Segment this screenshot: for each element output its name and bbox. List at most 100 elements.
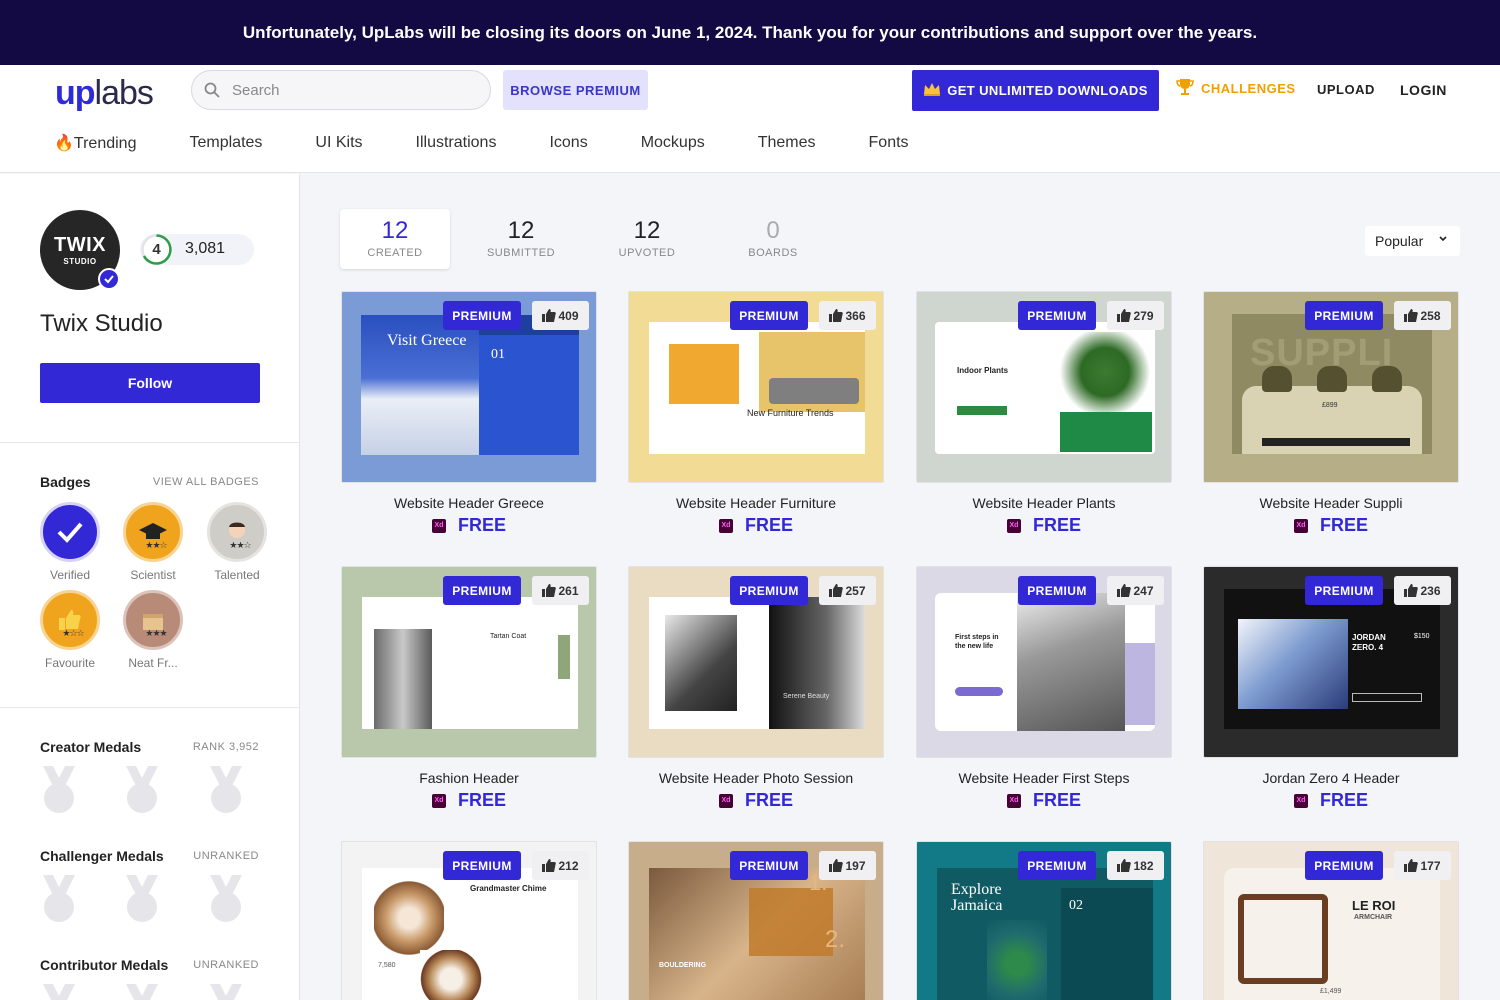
like-count[interactable]: 279 — [1107, 301, 1164, 330]
like-count[interactable]: 366 — [819, 301, 876, 330]
card-title[interactable]: Website Header Suppli — [1203, 495, 1459, 511]
stat-label: BOARDS — [748, 247, 798, 259]
card-thumbnail[interactable]: Tartan Coat PREMIUM 261 — [341, 566, 597, 758]
like-count[interactable]: 261 — [532, 576, 589, 605]
badge-label: Talented — [214, 568, 260, 582]
category-nav: 🔥Trending Templates UI Kits Illustration… — [54, 133, 962, 153]
like-count[interactable]: 258 — [1394, 301, 1451, 330]
star-rating-icon: ★★☆ — [145, 540, 167, 550]
tab-submitted[interactable]: 12 SUBMITTED — [466, 209, 576, 269]
badge-neat-freak[interactable]: ★★★ Neat Fr... — [123, 590, 183, 670]
uplabs-logo[interactable]: up labs — [55, 73, 154, 113]
category-mockups[interactable]: Mockups — [641, 133, 705, 153]
card-thumbnail[interactable]: Serene Beauty PREMIUM 257 — [628, 566, 884, 758]
challenger-medals-title: Challenger Medals — [40, 848, 164, 864]
like-count[interactable]: 212 — [532, 851, 589, 880]
card-thumbnail[interactable]: Explore Jamaica 02 PREMIUM 182 — [916, 841, 1172, 1000]
profile-sidebar: TWIX STUDIO 4 3,081 Twix Studio Follow B… — [0, 174, 300, 1000]
price-label: FREE — [744, 515, 793, 535]
category-templates[interactable]: Templates — [189, 133, 262, 153]
card-title[interactable]: Jordan Zero 4 Header — [1203, 770, 1459, 786]
thumbs-up-icon — [1404, 859, 1419, 872]
category-icons[interactable]: Icons — [549, 133, 587, 153]
card-title[interactable]: Website Header Furniture — [628, 495, 884, 511]
category-ui-kits[interactable]: UI Kits — [315, 133, 362, 153]
adobe-xd-icon: Xd — [1006, 793, 1021, 808]
tab-created[interactable]: 12 CREATED — [340, 209, 450, 269]
card-thumbnail[interactable]: SUPPLI £899 PREMIUM 258 — [1203, 291, 1459, 483]
card-thumbnail[interactable]: Visit Greece 01 PREMIUM 409 — [341, 291, 597, 483]
sort-dropdown[interactable]: Popular — [1365, 226, 1460, 256]
thumb-title: Indoor Plants — [957, 366, 1009, 375]
premium-badge: PREMIUM — [730, 576, 808, 605]
like-count[interactable]: 197 — [819, 851, 876, 880]
thumbs-up-icon — [1117, 859, 1132, 872]
thumb-price: 7,580 — [378, 962, 396, 969]
card-title[interactable]: Website Header Plants — [916, 495, 1172, 511]
badge-verified[interactable]: Verified — [40, 502, 100, 582]
card-thumbnail[interactable]: JORDAN ZERO. 4 $150 PREMIUM 236 — [1203, 566, 1459, 758]
like-count[interactable]: 247 — [1107, 576, 1164, 605]
like-count[interactable]: 177 — [1394, 851, 1451, 880]
card-thumbnail[interactable]: New Furniture Trends PREMIUM 366 — [628, 291, 884, 483]
like-count[interactable]: 182 — [1107, 851, 1164, 880]
like-value: 409 — [558, 308, 579, 323]
badge-label: Verified — [49, 568, 91, 582]
upload-link[interactable]: UPLOAD — [1317, 82, 1375, 97]
adobe-xd-icon: Xd — [1293, 518, 1308, 533]
category-themes[interactable]: Themes — [758, 133, 816, 153]
like-count[interactable]: 257 — [819, 576, 876, 605]
tab-boards[interactable]: 0 BOARDS — [718, 209, 828, 269]
card-thumbnail[interactable]: LE ROI ARMCHAIR £1,499 PREMIUM 177 — [1203, 841, 1459, 1000]
badge-talented[interactable]: ★★☆ Talented — [207, 502, 267, 582]
premium-badge: PREMIUM — [443, 851, 521, 880]
card-thumbnail[interactable]: Indoor Plants PREMIUM 279 — [916, 291, 1172, 483]
card-title[interactable]: Fashion Header — [341, 770, 597, 786]
card-price: Xd FREE — [628, 515, 884, 536]
card-title[interactable]: Website Header First Steps — [916, 770, 1172, 786]
medal-placeholder-icon — [210, 875, 242, 922]
tab-upvoted[interactable]: 12 UPVOTED — [592, 209, 702, 269]
stat-value: 12 — [507, 217, 535, 244]
search-input[interactable] — [232, 81, 472, 99]
thumb-title: New Furniture Trends — [747, 408, 834, 418]
adobe-xd-icon: Xd — [718, 793, 733, 808]
card-thumbnail[interactable]: First steps in the new life PREMIUM 247 — [916, 566, 1172, 758]
card-title[interactable]: Website Header Greece — [341, 495, 597, 511]
thumb-title: Grandmaster Chime — [470, 884, 547, 893]
thumb-price: £1,499 — [1320, 988, 1342, 995]
avatar-text-twix: TWIX — [54, 233, 106, 256]
get-unlimited-downloads-button[interactable]: GET UNLIMITED DOWNLOADS — [912, 70, 1159, 111]
card-thumbnail[interactable]: Grandmaster Chime 7,580 PREMIUM 212 — [341, 841, 597, 1000]
thumb-number: 01 — [491, 347, 505, 362]
category-fonts[interactable]: Fonts — [869, 133, 909, 153]
chevron-down-icon — [1439, 236, 1447, 242]
card-title[interactable]: Website Header Photo Session — [628, 770, 884, 786]
badge-scientist[interactable]: ★★☆ Scientist — [123, 502, 183, 582]
price-label: FREE — [457, 790, 506, 810]
level-number: 4 — [152, 241, 161, 258]
card-thumbnail[interactable]: 1. 2. BOULDERING PREMIUM 197 — [628, 841, 884, 1000]
main-content: 12 CREATED 12 SUBMITTED 12 UPVOTED 0 BOA… — [301, 174, 1500, 1000]
premium-badge: PREMIUM — [1305, 851, 1383, 880]
like-count[interactable]: 409 — [532, 301, 589, 330]
challenges-link[interactable]: CHALLENGES — [1175, 77, 1296, 100]
creator-medals-rank: RANK 3,952 — [192, 741, 259, 753]
thumbs-up-icon — [542, 309, 557, 322]
score-value: 3,081 — [185, 240, 226, 257]
login-link[interactable]: LOGIN — [1400, 82, 1447, 98]
card-price: Xd FREE — [916, 790, 1172, 811]
adobe-xd-icon: Xd — [431, 518, 446, 533]
medal-placeholder-icon — [210, 984, 242, 1000]
follow-button[interactable]: Follow — [40, 363, 260, 403]
browse-premium-button[interactable]: BROWSE PREMIUM — [503, 70, 648, 110]
premium-badge: PREMIUM — [1305, 301, 1383, 330]
badge-favourite[interactable]: ★☆☆ Favourite — [40, 590, 100, 670]
premium-badge: PREMIUM — [1018, 576, 1096, 605]
category-illustrations[interactable]: Illustrations — [416, 133, 497, 153]
view-all-badges-link[interactable]: VIEW ALL BADGES — [153, 476, 259, 488]
stat-label: CREATED — [367, 247, 423, 259]
like-count[interactable]: 236 — [1394, 576, 1451, 605]
search-bar[interactable] — [191, 70, 491, 110]
category-trending[interactable]: 🔥Trending — [54, 133, 136, 153]
